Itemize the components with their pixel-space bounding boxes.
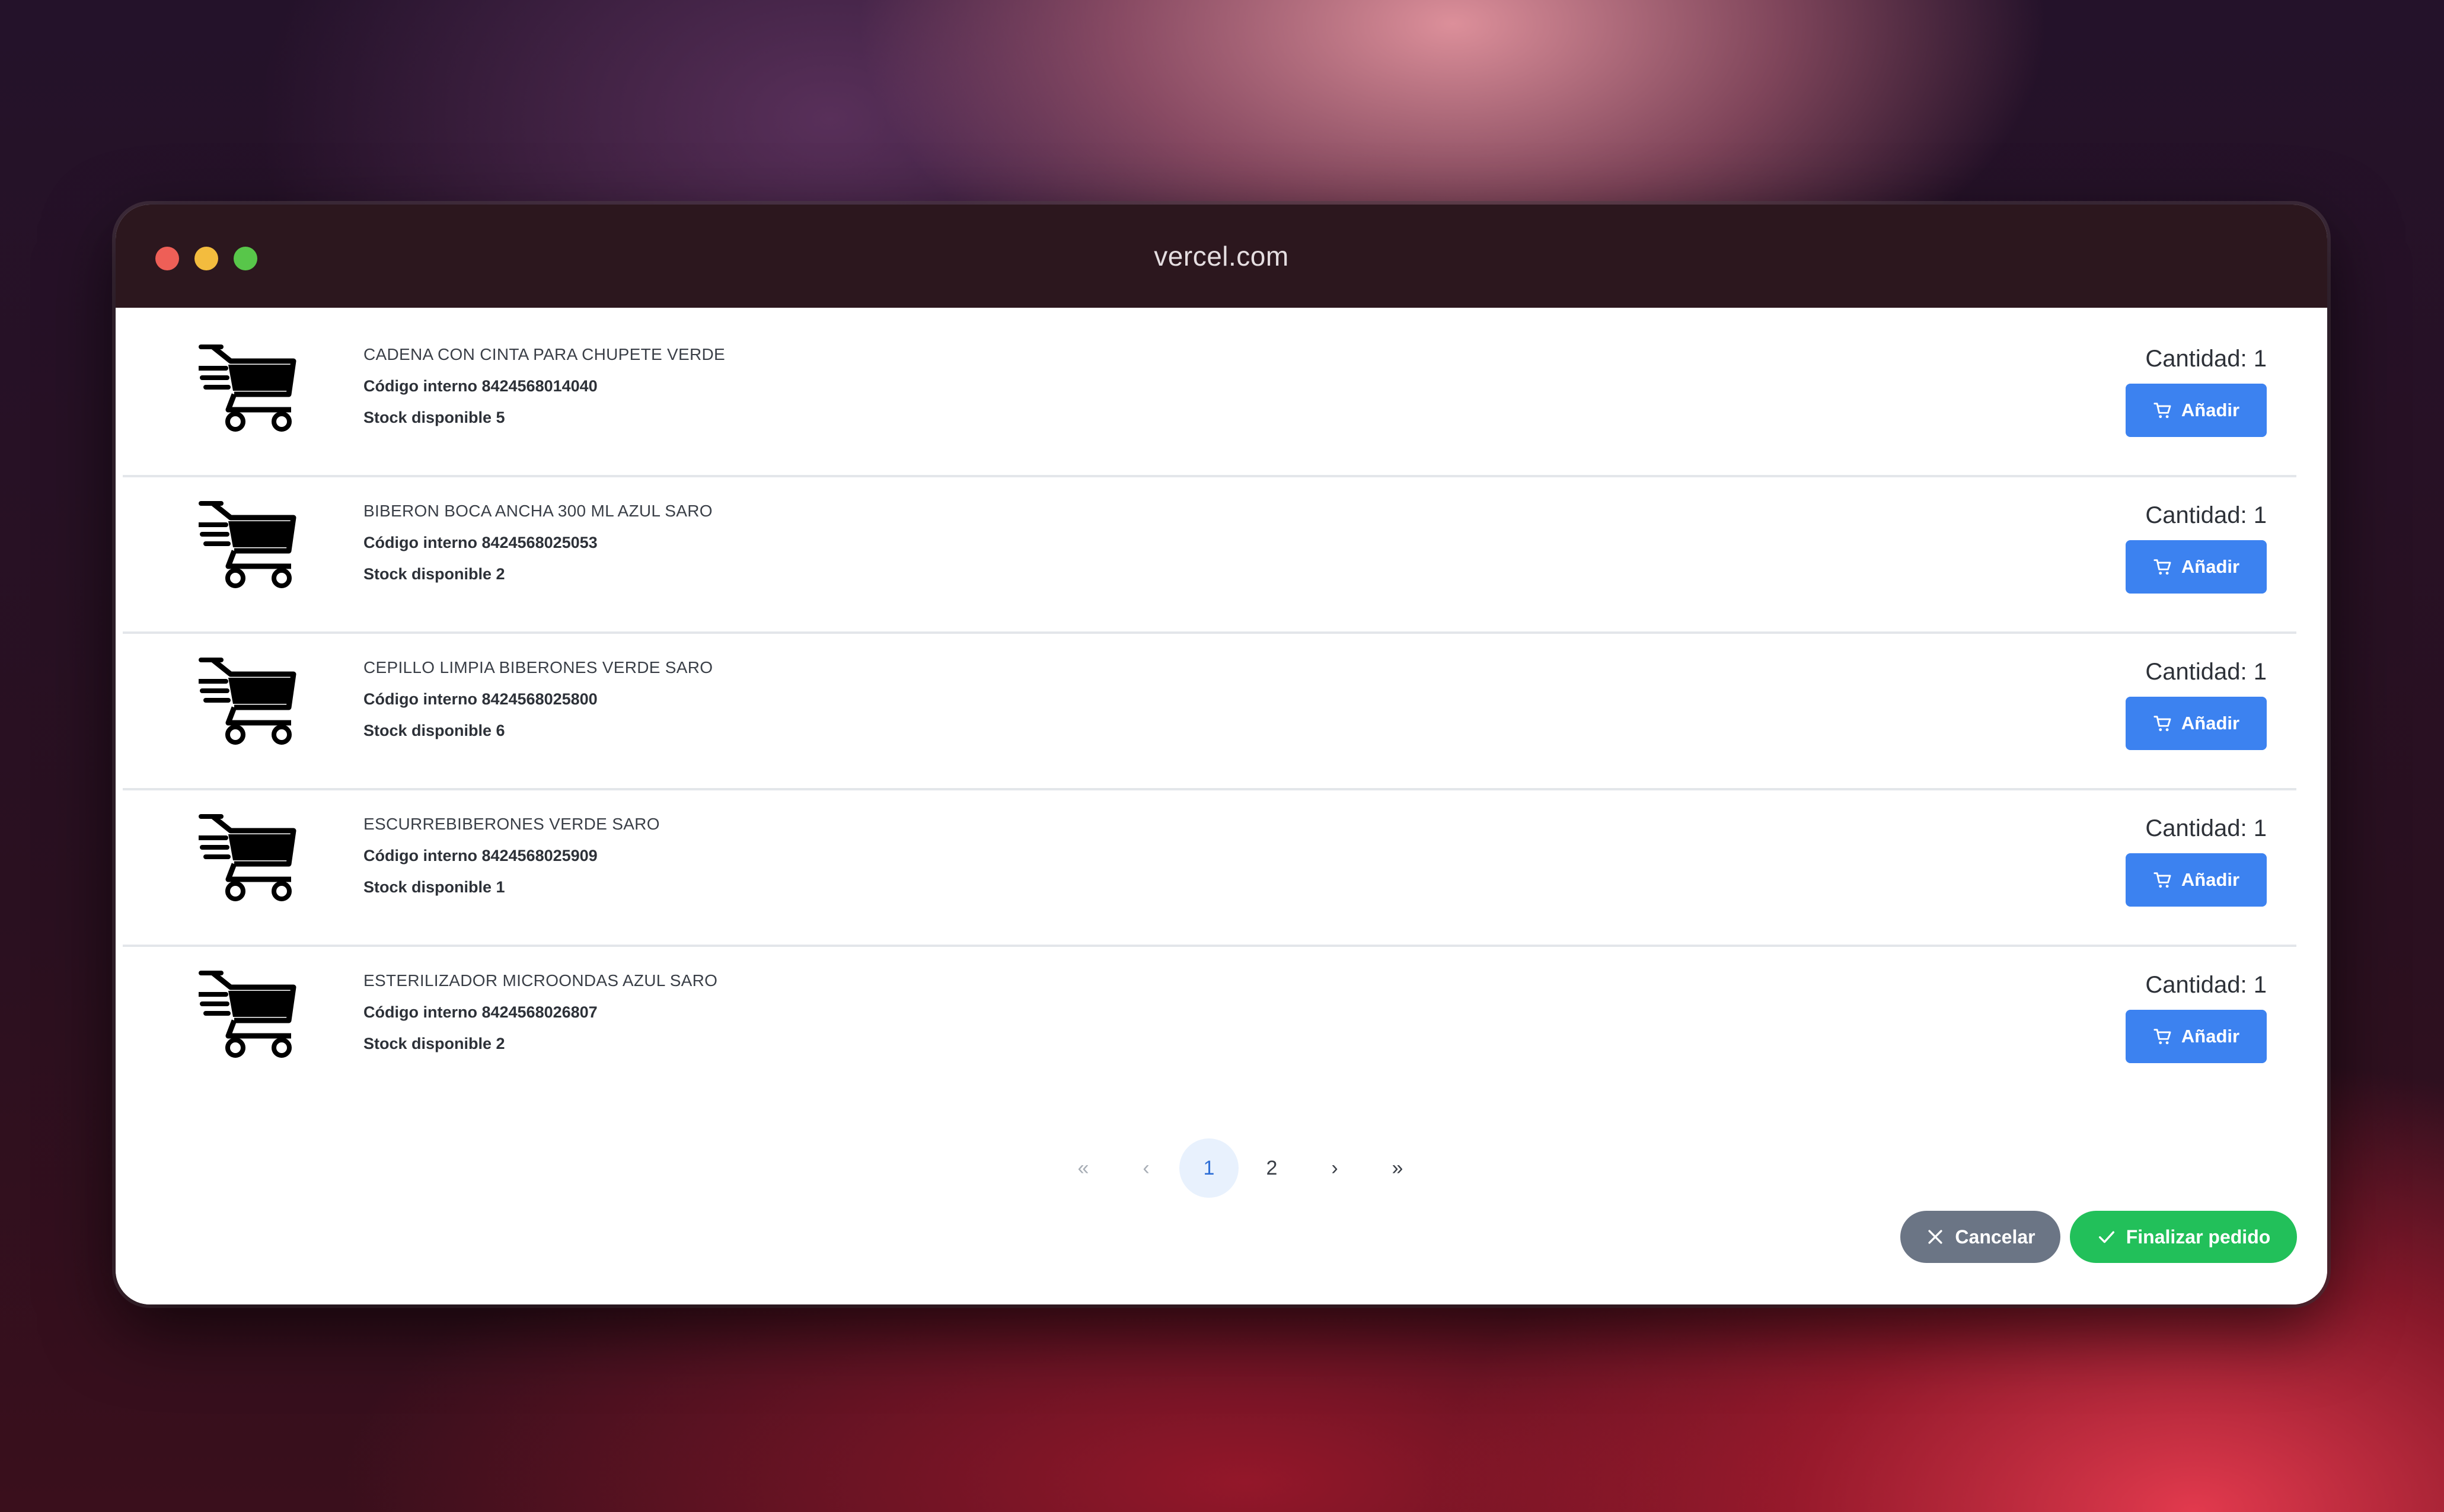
product-name: BIBERON BOCA ANCHA 300 ML AZUL SARO <box>363 502 713 520</box>
finish-order-button[interactable]: Finalizar pedido <box>2070 1211 2297 1263</box>
product-info: ESCURREBIBERONES VERDE SARO Código inter… <box>363 814 660 897</box>
add-to-cart-button[interactable]: Añadir <box>2126 697 2267 750</box>
add-button-label: Añadir <box>2181 1026 2240 1047</box>
product-row: ESTERILIZADOR MICROONDAS AZUL SARO Códig… <box>123 946 2296 1101</box>
cart-icon <box>2153 403 2171 419</box>
browser-window: vercel.com CADENA CON CINTA PARA CHUPETE… <box>116 205 2327 1304</box>
product-row: BIBERON BOCA ANCHA 300 ML AZUL SARO Códi… <box>123 476 2296 634</box>
quantity-label: Cantidad: 1 <box>2145 815 2267 841</box>
cart-speed-icon <box>199 969 301 1064</box>
product-row: CADENA CON CINTA PARA CHUPETE VERDE Códi… <box>123 320 2296 477</box>
product-code: Código interno 8424568025800 <box>363 690 598 708</box>
cart-speed-icon <box>199 500 301 595</box>
close-icon <box>1928 1230 1943 1244</box>
product-name: CEPILLO LIMPIA BIBERONES VERDE SARO <box>363 658 713 677</box>
add-to-cart-button[interactable]: Añadir <box>2126 1010 2267 1063</box>
check-icon <box>2098 1231 2114 1243</box>
cart-icon <box>2153 716 2171 732</box>
product-info: ESTERILIZADOR MICROONDAS AZUL SARO Códig… <box>363 971 717 1054</box>
product-stock: Stock disponible 6 <box>363 722 505 739</box>
add-button-label: Añadir <box>2181 713 2240 733</box>
add-to-cart-button[interactable]: Añadir <box>2126 853 2267 907</box>
quantity-label: Cantidad: 1 <box>2145 659 2267 685</box>
title-bar: vercel.com <box>116 205 2327 308</box>
url-label: vercel.com <box>1154 241 1289 272</box>
quantity-label: Cantidad: 1 <box>2145 346 2267 372</box>
cart-icon <box>2153 559 2171 576</box>
cart-icon <box>2153 1029 2171 1045</box>
add-button-label: Añadir <box>2181 556 2240 577</box>
product-code: Código interno 8424568025909 <box>363 847 598 865</box>
product-stock: Stock disponible 2 <box>363 565 505 583</box>
add-to-cart-button[interactable]: Añadir <box>2126 540 2267 594</box>
cart-speed-icon <box>199 656 301 751</box>
product-code: Código interno 8424568025053 <box>363 534 598 551</box>
finish-button-label: Finalizar pedido <box>2126 1226 2271 1248</box>
product-name: CADENA CON CINTA PARA CHUPETE VERDE <box>363 345 726 363</box>
product-name: ESCURREBIBERONES VERDE SARO <box>363 815 660 833</box>
product-info: BIBERON BOCA ANCHA 300 ML AZUL SARO Códi… <box>363 501 713 584</box>
product-stock: Stock disponible 1 <box>363 878 505 896</box>
add-to-cart-button[interactable]: Añadir <box>2126 384 2267 437</box>
cart-speed-icon <box>199 813 301 908</box>
product-code: Código interno 8424568014040 <box>363 377 598 395</box>
cart-speed-icon <box>199 343 301 438</box>
product-code: Código interno 8424568026807 <box>363 1003 598 1021</box>
product-row: CEPILLO LIMPIA BIBERONES VERDE SARO Códi… <box>123 633 2296 790</box>
cancel-button[interactable]: Cancelar <box>1900 1211 2060 1263</box>
add-button-label: Añadir <box>2181 400 2240 420</box>
product-name: ESTERILIZADOR MICROONDAS AZUL SARO <box>363 971 718 990</box>
cancel-button-label: Cancelar <box>1955 1226 2035 1248</box>
product-row: ESCURREBIBERONES VERDE SARO Código inter… <box>123 789 2296 947</box>
product-info: CADENA CON CINTA PARA CHUPETE VERDE Códi… <box>363 344 725 428</box>
cart-icon <box>2153 872 2171 889</box>
quantity-label: Cantidad: 1 <box>2145 502 2267 528</box>
product-list: CADENA CON CINTA PARA CHUPETE VERDE Códi… <box>116 308 2327 1304</box>
product-stock: Stock disponible 5 <box>363 409 505 426</box>
quantity-label: Cantidad: 1 <box>2145 972 2267 998</box>
product-info: CEPILLO LIMPIA BIBERONES VERDE SARO Códi… <box>363 658 713 741</box>
product-stock: Stock disponible 2 <box>363 1035 505 1052</box>
add-button-label: Añadir <box>2181 869 2240 890</box>
